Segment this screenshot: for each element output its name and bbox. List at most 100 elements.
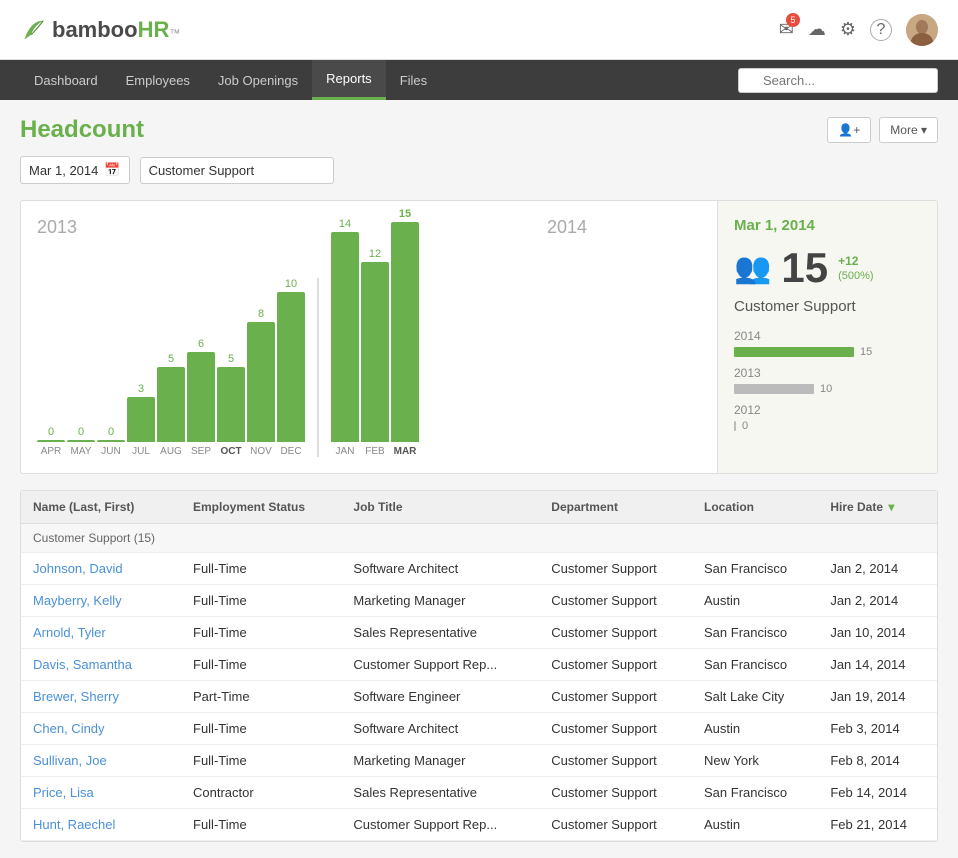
top-header: bamboo HR ™ ✉ 5 ☁ ⚙ ?	[0, 0, 958, 60]
bar-dec: 10 DEC	[277, 278, 305, 457]
date-input[interactable]: Mar 1, 2014 📅	[20, 156, 130, 184]
nav-reports[interactable]: Reports	[312, 60, 386, 100]
date-hunt: Feb 21, 2014	[818, 809, 937, 841]
bar-sep: 6 SEP	[187, 338, 215, 457]
notifications-button[interactable]: ✉ 5	[779, 19, 794, 40]
gear-icon: ⚙	[840, 19, 856, 40]
emp-link-sullivan[interactable]: Sullivan, Joe	[33, 753, 107, 768]
dept-chen: Customer Support	[539, 713, 692, 745]
loc-chen: Austin	[692, 713, 818, 745]
table-row: Brewer, Sherry Part-Time Software Engine…	[21, 681, 937, 713]
year-2014-label: 2014	[547, 217, 587, 238]
date-arnold: Jan 10, 2014	[818, 617, 937, 649]
settings-button[interactable]: ⚙	[840, 19, 856, 40]
loc-mayberry: Austin	[692, 585, 818, 617]
search-wrap: 🔍	[738, 68, 938, 93]
col-name: Name (Last, First)	[21, 491, 181, 524]
chart-section: 2013 2014 0 APR 0 MAY	[20, 200, 938, 474]
col-status: Employment Status	[181, 491, 341, 524]
table-row: Mayberry, Kelly Full-Time Marketing Mana…	[21, 585, 937, 617]
loc-davis: San Francisco	[692, 649, 818, 681]
dept-davis: Customer Support	[539, 649, 692, 681]
avatar-image	[906, 14, 938, 46]
dept-price: Customer Support	[539, 777, 692, 809]
title-davis: Customer Support Rep...	[341, 649, 539, 681]
emp-link-hunt[interactable]: Hunt, Raechel	[33, 817, 115, 832]
date-johnson: Jan 2, 2014	[818, 553, 937, 585]
col-title: Job Title	[341, 491, 539, 524]
nav-job-openings[interactable]: Job Openings	[204, 60, 312, 100]
year-stat-2014: 2014 15	[734, 329, 921, 358]
year-2013-label: 2013	[37, 217, 77, 238]
dept-mayberry: Customer Support	[539, 585, 692, 617]
status-mayberry: Full-Time	[181, 585, 341, 617]
title-johnson: Software Architect	[341, 553, 539, 585]
add-person-icon: 👤+	[838, 123, 860, 137]
bar-jul: 3 JUL	[127, 383, 155, 457]
date-chen: Feb 3, 2014	[818, 713, 937, 745]
title-mayberry: Marketing Manager	[341, 585, 539, 617]
status-sullivan: Full-Time	[181, 745, 341, 777]
status-chen: Full-Time	[181, 713, 341, 745]
title-price: Sales Representative	[341, 777, 539, 809]
emp-link-chen[interactable]: Chen, Cindy	[33, 721, 105, 736]
more-button[interactable]: More ▾	[879, 117, 938, 143]
logo-wordmark: bamboo HR ™	[52, 17, 180, 43]
date-mayberry: Jan 2, 2014	[818, 585, 937, 617]
nav-files[interactable]: Files	[386, 60, 441, 100]
col-location: Location	[692, 491, 818, 524]
emp-link-davis[interactable]: Davis, Samantha	[33, 657, 132, 672]
cloud-button[interactable]: ☁	[808, 19, 826, 40]
title-arnold: Sales Representative	[341, 617, 539, 649]
title-hunt: Customer Support Rep...	[341, 809, 539, 841]
logo-bamboo: bamboo	[52, 17, 138, 43]
help-button[interactable]: ?	[870, 19, 892, 41]
dept-arnold: Customer Support	[539, 617, 692, 649]
notification-badge: 5	[786, 13, 800, 27]
user-avatar[interactable]	[906, 14, 938, 46]
emp-link-mayberry[interactable]: Mayberry, Kelly	[33, 593, 122, 608]
emp-link-arnold[interactable]: Arnold, Tyler	[33, 625, 106, 640]
bar-nov: 8 NOV	[247, 308, 275, 457]
bar-apr: 0 APR	[37, 426, 65, 457]
group-label: Customer Support (15)	[21, 524, 937, 553]
sidebar-date: Mar 1, 2014	[734, 217, 921, 234]
table-row: Johnson, David Full-Time Software Archit…	[21, 553, 937, 585]
bar-feb: 12 FEB	[361, 248, 389, 457]
search-input[interactable]	[738, 68, 938, 93]
bars-2013: 0 APR 0 MAY 0 JUN 3	[37, 278, 319, 457]
loc-sullivan: New York	[692, 745, 818, 777]
loc-hunt: Austin	[692, 809, 818, 841]
page-header: Headcount 👤+ More ▾	[20, 116, 938, 144]
logo[interactable]: bamboo HR ™	[20, 16, 180, 44]
loc-brewer: Salt Lake City	[692, 681, 818, 713]
table-row: Hunt, Raechel Full-Time Customer Support…	[21, 809, 937, 841]
nav-search: 🔍	[738, 68, 938, 93]
cloud-icon: ☁	[808, 19, 826, 40]
sort-icon: ▾	[888, 500, 894, 514]
add-employee-button[interactable]: 👤+	[827, 117, 871, 143]
title-chen: Software Architect	[341, 713, 539, 745]
bar-mar: 15 MAR	[391, 208, 419, 457]
count-number: 15	[781, 244, 828, 292]
title-brewer: Software Engineer	[341, 681, 539, 713]
emp-link-johnson[interactable]: Johnson, David	[33, 561, 123, 576]
year-stat-2012: 2012 0	[734, 403, 921, 432]
top-icons: ✉ 5 ☁ ⚙ ?	[779, 14, 938, 46]
chart-main: 2013 2014 0 APR 0 MAY	[21, 201, 717, 473]
status-price: Contractor	[181, 777, 341, 809]
bar-oct: 5 OCT	[217, 353, 245, 457]
page-actions: 👤+ More ▾	[827, 117, 938, 143]
main-content: Headcount 👤+ More ▾ Mar 1, 2014 📅 2013 2…	[0, 100, 958, 858]
date-price: Feb 14, 2014	[818, 777, 937, 809]
loc-arnold: San Francisco	[692, 617, 818, 649]
year-stat-2013: 2013 10	[734, 366, 921, 395]
emp-link-price[interactable]: Price, Lisa	[33, 785, 94, 800]
emp-link-brewer[interactable]: Brewer, Sherry	[33, 689, 119, 704]
col-hire-date[interactable]: Hire Date ▾	[818, 491, 937, 524]
bar-aug: 5 AUG	[157, 353, 185, 457]
department-input[interactable]	[140, 157, 334, 184]
nav-dashboard[interactable]: Dashboard	[20, 60, 112, 100]
nav-employees[interactable]: Employees	[112, 60, 204, 100]
count-change: +12	[838, 254, 873, 268]
